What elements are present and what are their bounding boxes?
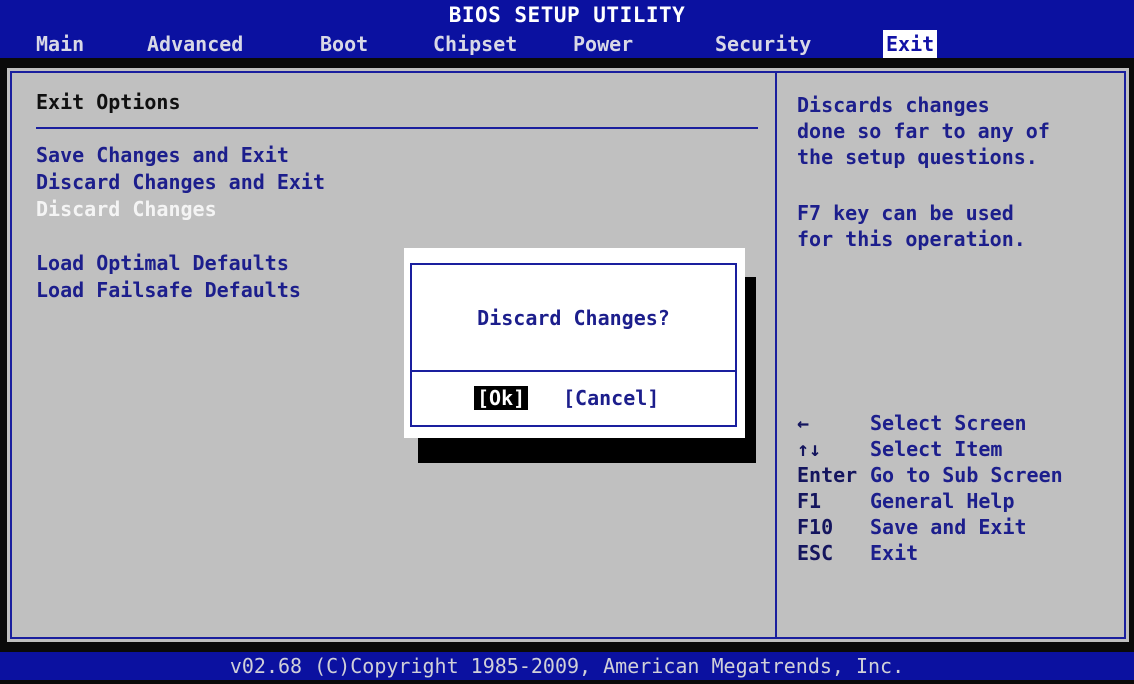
dialog-message: Discard Changes? xyxy=(477,306,670,330)
arrow-up-down-icon: ↑↓ xyxy=(797,437,822,461)
help-divider xyxy=(775,71,777,639)
key-label: F10 xyxy=(797,515,834,539)
key-action: Select Screen xyxy=(870,411,1027,435)
ok-button[interactable]: [Ok] xyxy=(474,386,529,410)
tab-advanced[interactable]: Advanced xyxy=(144,30,246,58)
help-description: Discards changes done so far to any of t… xyxy=(797,92,1050,170)
key-label: Enter xyxy=(797,463,858,487)
help-line: Discards changes xyxy=(797,93,990,117)
help-line: for this operation. xyxy=(797,227,1026,251)
tab-chipset[interactable]: Chipset xyxy=(430,30,520,58)
tab-exit[interactable]: Exit xyxy=(883,30,938,58)
copyright-footer: v02.68 (C)Copyright 1985-2009, American … xyxy=(0,652,1134,680)
help-hint: F7 key can be used for this operation. xyxy=(797,200,1026,252)
key-action: Exit xyxy=(870,541,919,565)
key-action: Save and Exit xyxy=(870,515,1027,539)
option-discard-changes[interactable]: Discard Changes xyxy=(36,197,217,221)
key-action: Go to Sub Screen xyxy=(870,463,1063,487)
help-line: F7 key can be used xyxy=(797,201,1014,225)
option-load-optimal-defaults[interactable]: Load Optimal Defaults xyxy=(36,251,289,275)
option-discard-changes-and-exit[interactable]: Discard Changes and Exit xyxy=(36,170,325,194)
arrow-left-icon: ← xyxy=(797,411,810,435)
help-line: the setup questions. xyxy=(797,145,1038,169)
tab-main[interactable]: Main xyxy=(33,30,87,58)
option-save-changes-and-exit[interactable]: Save Changes and Exit xyxy=(36,143,289,167)
section-title: Exit Options xyxy=(36,90,181,114)
copyright-text: v02.68 (C)Copyright 1985-2009, American … xyxy=(229,654,905,678)
key-action: General Help xyxy=(870,489,1015,513)
help-line: done so far to any of xyxy=(797,119,1050,143)
section-divider xyxy=(36,127,758,129)
tab-boot[interactable]: Boot xyxy=(317,30,371,58)
tab-security[interactable]: Security xyxy=(712,30,814,58)
bios-title-bar: BIOS SETUP UTILITY xyxy=(0,0,1134,30)
key-label: F1 xyxy=(797,489,822,513)
cancel-button[interactable]: [Cancel] xyxy=(560,386,662,410)
tab-power[interactable]: Power xyxy=(570,30,636,58)
menu-bar: Main Advanced Boot Chipset Power Securit… xyxy=(0,30,1134,58)
key-label: ESC xyxy=(797,541,834,565)
bios-title: BIOS SETUP UTILITY xyxy=(448,3,686,27)
key-action: Select Item xyxy=(870,437,1003,461)
option-load-failsafe-defaults[interactable]: Load Failsafe Defaults xyxy=(36,278,301,302)
dialog-divider xyxy=(410,370,737,372)
